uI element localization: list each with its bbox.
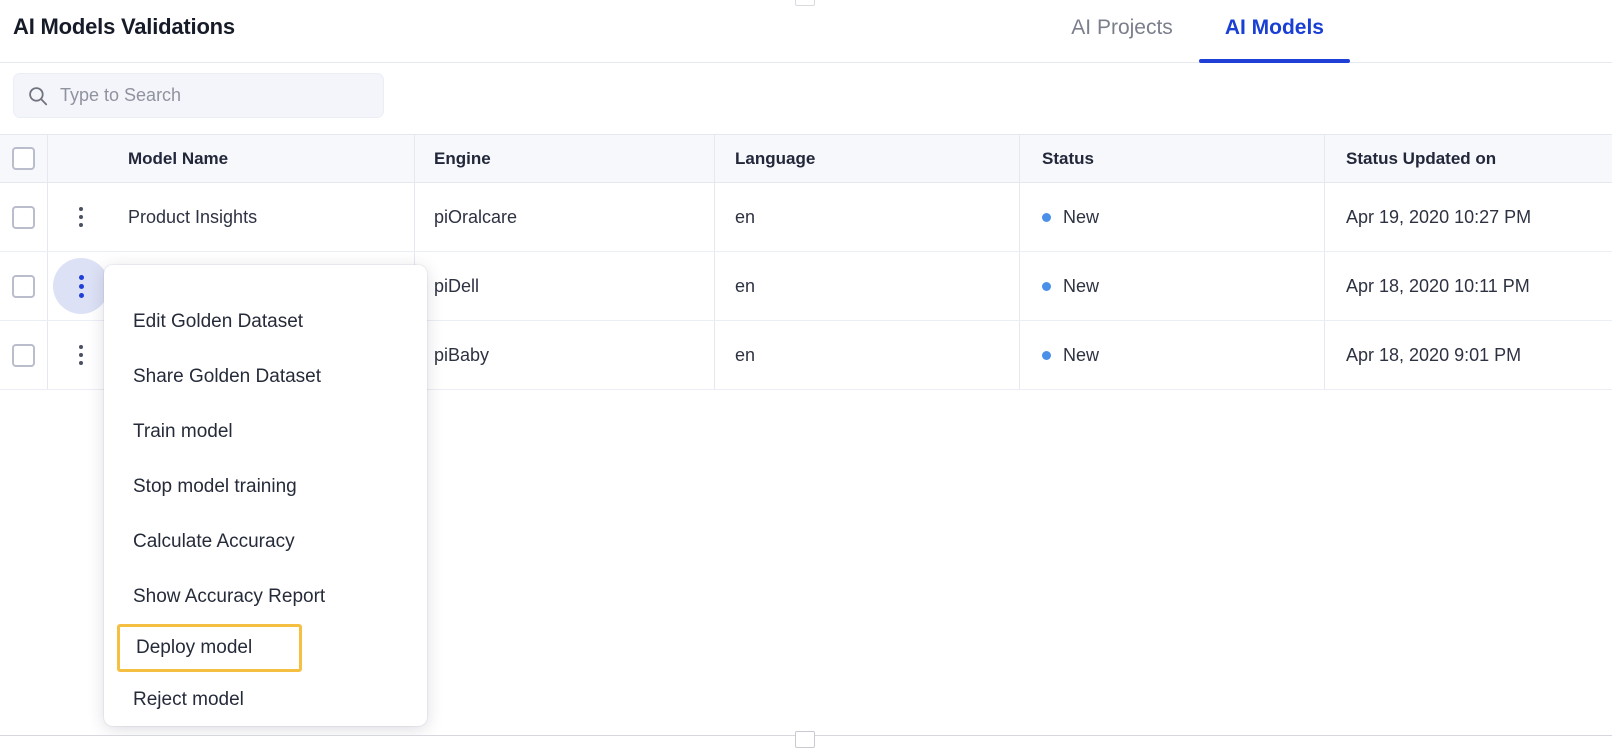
search-input[interactable] <box>60 85 369 106</box>
select-all-checkbox[interactable] <box>12 147 35 170</box>
search-box[interactable] <box>13 73 384 118</box>
cell-status: New <box>1019 321 1324 389</box>
menu-item-stop-model-training[interactable]: Stop model training <box>104 459 427 514</box>
cell-language: en <box>714 252 1019 320</box>
context-menu-list: Edit Golden Dataset Share Golden Dataset… <box>104 265 427 726</box>
cell-engine: piDell <box>414 252 714 320</box>
search-icon <box>28 86 48 106</box>
column-header-status-updated-on[interactable]: Status Updated on <box>1324 135 1612 182</box>
ai-models-validations-page: AI Models Validations AI Projects AI Mod… <box>0 0 1612 750</box>
status-dot-icon <box>1042 212 1051 222</box>
cell-status-updated-on: Apr 18, 2020 9:01 PM <box>1324 321 1612 389</box>
row-select-cell <box>0 252 47 320</box>
cell-engine: piBaby <box>414 321 714 389</box>
vertical-scrollbar-thumb-top[interactable] <box>795 0 815 6</box>
tab-ai-projects-label: AI Projects <box>1071 15 1173 39</box>
tab-ai-models-label: AI Models <box>1224 15 1324 39</box>
row-checkbox[interactable] <box>12 274 35 298</box>
tab-ai-projects[interactable]: AI Projects <box>1045 0 1199 63</box>
cell-engine: piOralcare <box>414 183 714 251</box>
page-header: AI Models Validations AI Projects AI Mod… <box>0 0 1612 63</box>
menu-item-calculate-accuracy[interactable]: Calculate Accuracy <box>104 514 427 569</box>
tab-ai-models[interactable]: AI Models <box>1198 0 1351 63</box>
cell-status: New <box>1019 183 1324 251</box>
menu-item-train-model[interactable]: Train model <box>104 404 427 459</box>
cell-status-updated-on: Apr 19, 2020 10:27 PM <box>1324 183 1612 251</box>
row-menu-kebab-icon[interactable] <box>53 258 109 314</box>
select-all-cell <box>0 135 47 182</box>
row-context-menu: Edit Golden Dataset Share Golden Dataset… <box>104 265 427 726</box>
row-checkbox[interactable] <box>12 205 35 229</box>
row-menu-kebab-icon[interactable] <box>66 340 96 370</box>
column-header-engine[interactable]: Engine <box>414 135 714 182</box>
menu-item-share-golden-dataset[interactable]: Share Golden Dataset <box>104 349 427 404</box>
menu-item-deploy-model[interactable]: Deploy model <box>117 624 302 672</box>
tab-bar: AI Projects AI Models <box>1045 0 1351 63</box>
cell-status: New <box>1019 252 1324 320</box>
column-header-status[interactable]: Status <box>1019 135 1324 182</box>
row-select-cell <box>0 321 47 389</box>
menu-item-edit-golden-dataset[interactable]: Edit Golden Dataset <box>104 294 427 349</box>
column-header-language[interactable]: Language <box>714 135 1019 182</box>
column-header-model-name[interactable]: Model Name <box>114 135 414 182</box>
cell-language: en <box>714 321 1019 389</box>
horizontal-scrollbar-thumb[interactable] <box>795 731 815 748</box>
status-label: New <box>1063 344 1100 365</box>
cell-model-name: Product Insights <box>128 206 258 227</box>
status-dot-icon <box>1042 281 1051 291</box>
menu-item-reject-model[interactable]: Reject model <box>104 672 427 726</box>
row-menu-kebab-icon[interactable] <box>66 202 96 232</box>
header-actions-cell <box>47 135 114 182</box>
cell-language: en <box>714 183 1019 251</box>
row-select-cell <box>0 183 47 251</box>
status-label: New <box>1063 275 1100 296</box>
status-dot-icon <box>1042 350 1051 360</box>
page-title: AI Models Validations <box>13 14 235 39</box>
row-actions-cell <box>47 183 114 251</box>
row-checkbox[interactable] <box>12 343 35 367</box>
status-label: New <box>1063 206 1100 227</box>
horizontal-scrollbar[interactable] <box>0 731 1612 750</box>
table-header-row: Model Name Engine Language Status Status… <box>0 134 1612 183</box>
cell-status-updated-on: Apr 18, 2020 10:11 PM <box>1324 252 1612 320</box>
table-row: Product Insights piOralcare en New Apr 1… <box>0 183 1612 252</box>
menu-item-show-accuracy-report[interactable]: Show Accuracy Report <box>104 569 427 624</box>
